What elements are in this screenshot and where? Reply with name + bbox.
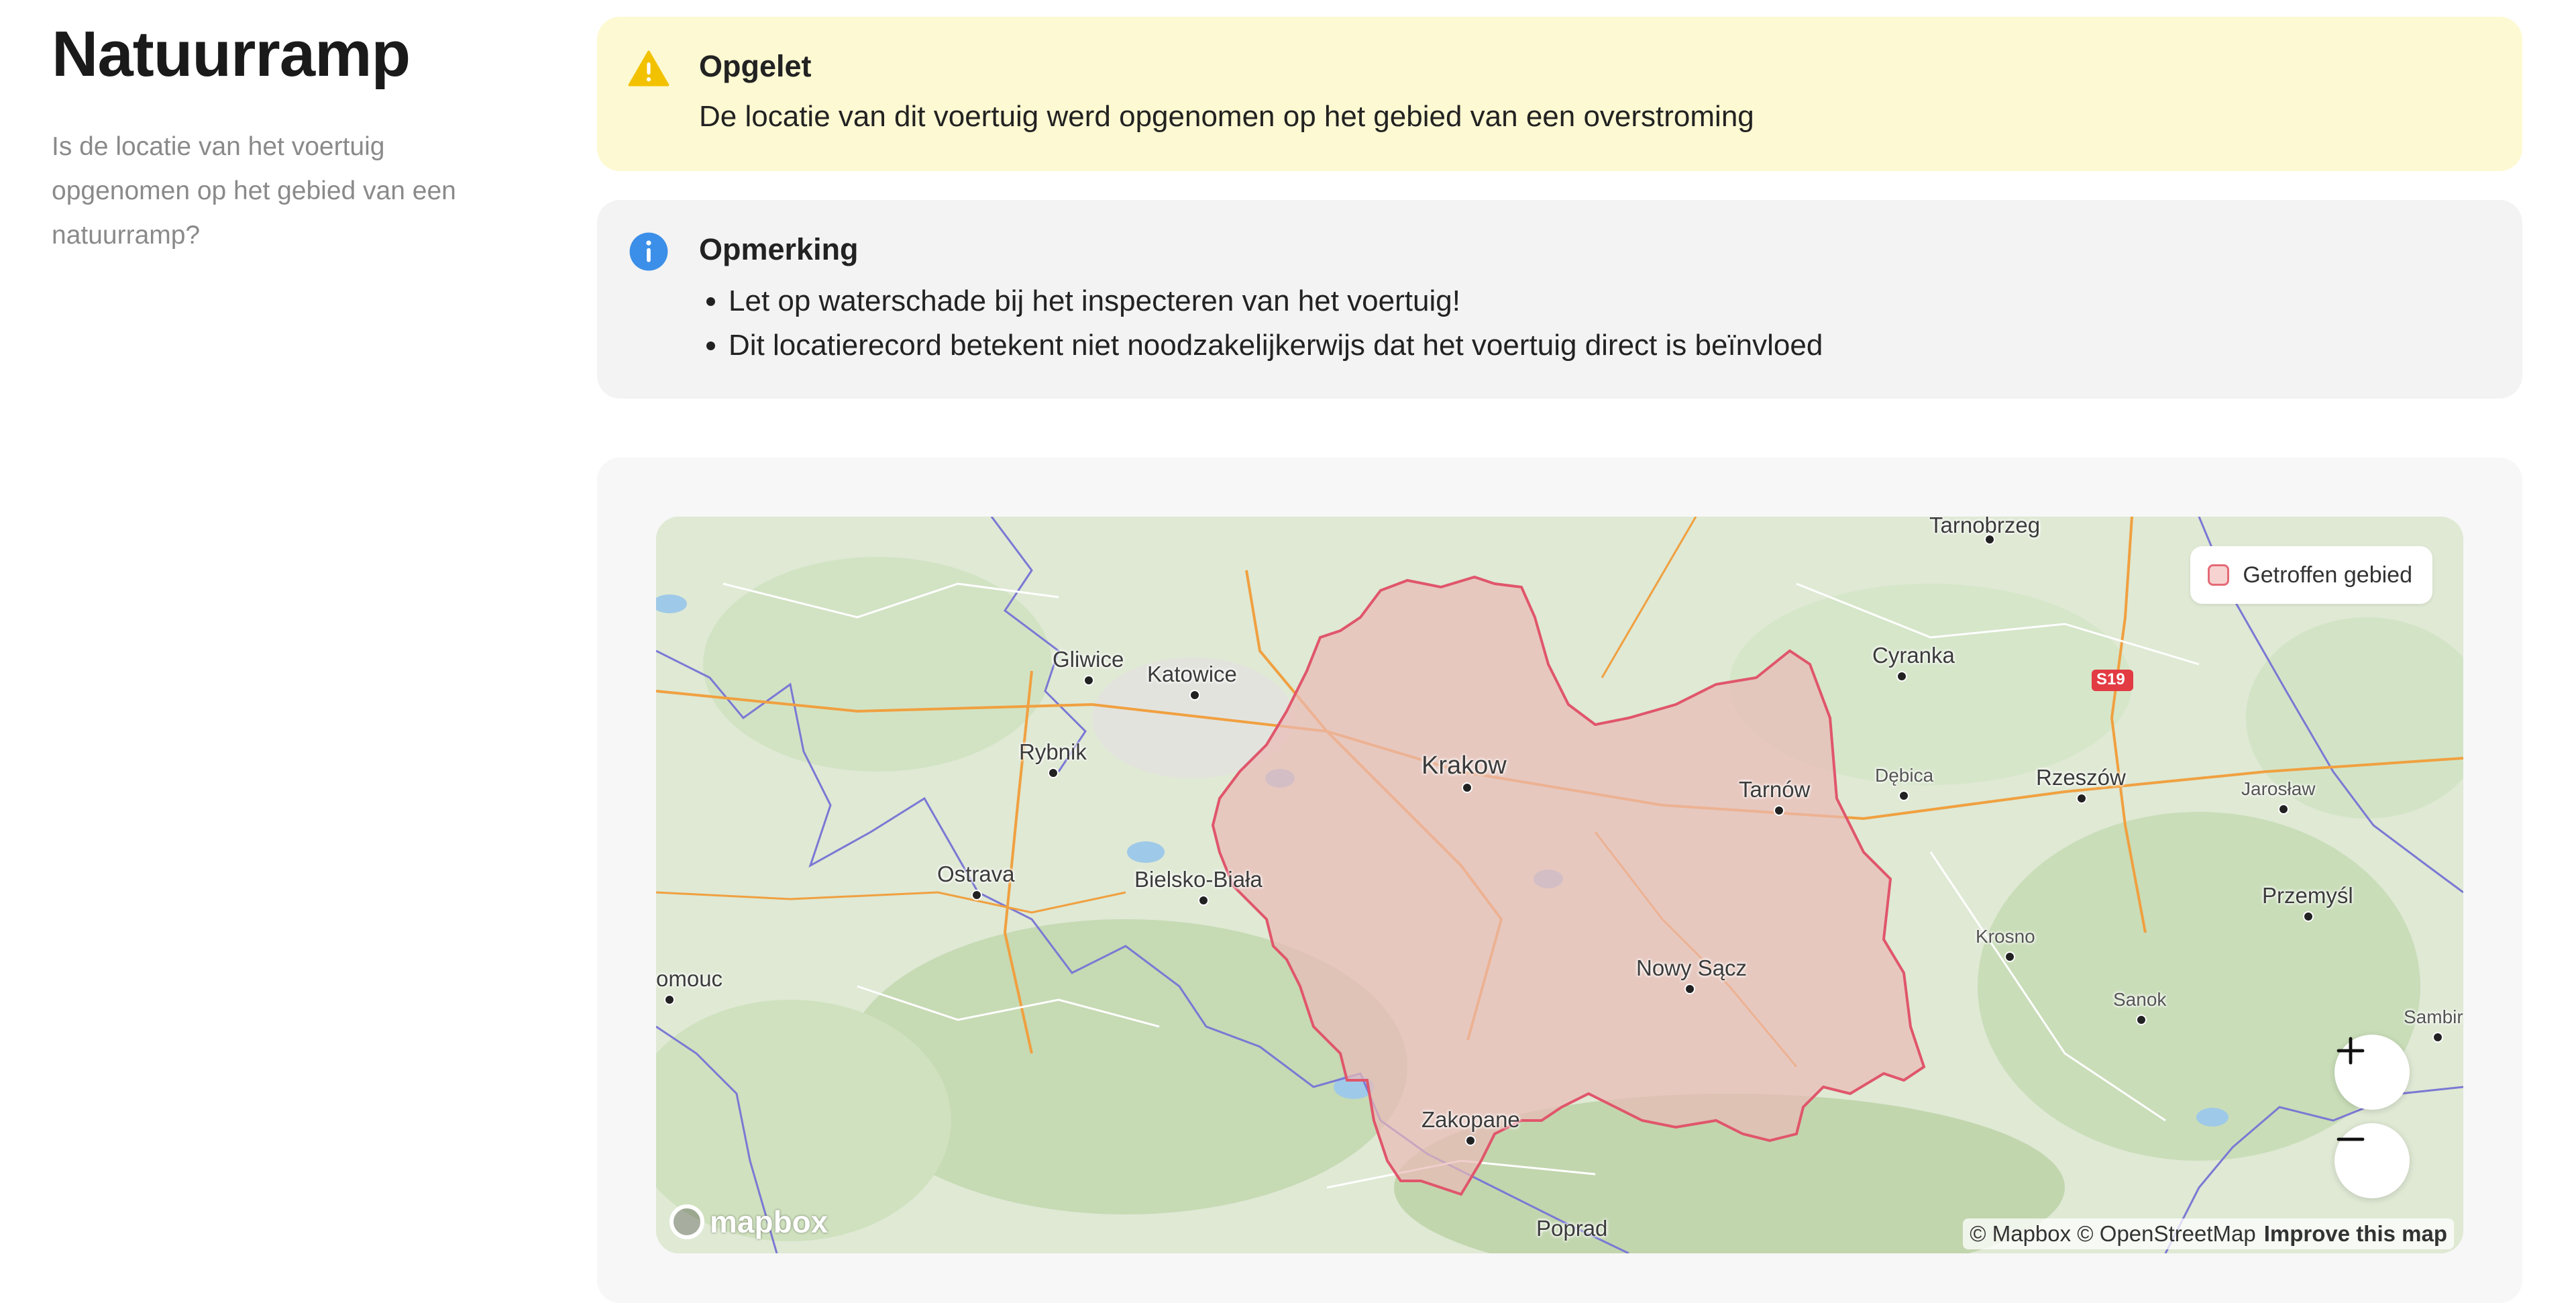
city-label-poprad: Poprad bbox=[1536, 1216, 1608, 1241]
city-dot bbox=[1083, 675, 1094, 686]
city-dot bbox=[1684, 984, 1695, 994]
city-label-krakow: Krakow bbox=[1421, 751, 1507, 780]
city-label-sanok: Sanok bbox=[2113, 989, 2167, 1010]
city-dot bbox=[1898, 790, 1909, 801]
attribution-text[interactable]: © Mapbox © OpenStreetMap bbox=[1970, 1221, 2256, 1246]
city-dot bbox=[1774, 805, 1784, 816]
page-title: Natuurramp bbox=[52, 18, 411, 90]
city-dot bbox=[2303, 911, 2314, 922]
warning-triangle-icon bbox=[628, 50, 669, 87]
city-label-rybnik: Rybnik bbox=[1019, 739, 1087, 764]
mapbox-logo-text: mapbox bbox=[710, 1204, 828, 1239]
city-dot bbox=[664, 994, 675, 1005]
disaster-map[interactable]: S19 Tarnobrzeg Gliwice Katowice Cyranka … bbox=[656, 517, 2463, 1253]
city-label-nowy-sacz: Nowy Sącz bbox=[1636, 955, 1748, 980]
city-dot bbox=[2432, 1032, 2443, 1043]
note-item: Dit locatierecord betekent niet noodzake… bbox=[729, 323, 1823, 368]
note-list: Let op waterschade bij het inspecteren v… bbox=[699, 279, 1823, 368]
city-label-krosno: Krosno bbox=[1976, 926, 2035, 947]
road-badge-label: S19 bbox=[2096, 670, 2125, 688]
city-label-zakopane: Zakopane bbox=[1421, 1107, 1520, 1132]
city-dot bbox=[1189, 690, 1200, 700]
warning-alert: Opgelet De locatie van dit voertuig werd… bbox=[597, 17, 2522, 171]
warning-text: De locatie van dit voertuig werd opgenom… bbox=[699, 100, 1754, 133]
city-label-jaroslaw: Jarosław bbox=[2241, 778, 2316, 799]
section-header: Natuurramp Is de locatie van het voertui… bbox=[52, 19, 508, 258]
city-label-sambir: Sambir bbox=[2404, 1006, 2463, 1027]
mapbox-logo-icon bbox=[669, 1204, 704, 1239]
plus-icon bbox=[2337, 1037, 2365, 1065]
minus-icon bbox=[2337, 1137, 2365, 1141]
map-background bbox=[656, 517, 2463, 1253]
city-dot bbox=[2076, 793, 2087, 804]
city-label-ostrava: Ostrava bbox=[937, 862, 1015, 886]
city-label-gliwice: Gliwice bbox=[1053, 647, 1124, 672]
city-label-katowice: Katowice bbox=[1147, 662, 1237, 686]
map-attribution: © Mapbox © OpenStreetMap Improve this map bbox=[1963, 1218, 2454, 1249]
city-label-bielsko: Bielsko-Biała bbox=[1134, 867, 1263, 892]
city-dot bbox=[2136, 1014, 2147, 1025]
city-label-tarnobrzeg: Tarnobrzeg bbox=[1929, 517, 2041, 537]
city-label-cyranka: Cyranka bbox=[1872, 643, 1955, 668]
city-label-rzeszow: Rzeszów bbox=[2036, 765, 2126, 790]
city-label-olomouc: omouc bbox=[656, 966, 723, 991]
city-dot bbox=[1198, 895, 1209, 906]
city-dot bbox=[1465, 1135, 1476, 1146]
city-dot bbox=[2278, 804, 2289, 815]
city-label-przemysl: Przemyśl bbox=[2262, 883, 2353, 908]
map-card: S19 Tarnobrzeg Gliwice Katowice Cyranka … bbox=[597, 458, 2522, 1303]
zoom-in-button[interactable] bbox=[2334, 1035, 2410, 1110]
legend-label: Getroffen gebied bbox=[2243, 562, 2412, 588]
city-dot bbox=[971, 890, 982, 900]
info-circle-icon bbox=[629, 232, 668, 271]
note-item: Let op waterschade bij het inspecteren v… bbox=[729, 279, 1823, 323]
mapbox-logo[interactable]: mapbox bbox=[669, 1204, 828, 1240]
improve-map-link[interactable]: Improve this map bbox=[2264, 1221, 2447, 1246]
note-title: Opmerking bbox=[699, 232, 859, 266]
zoom-out-button[interactable] bbox=[2334, 1123, 2410, 1198]
city-dot bbox=[1462, 782, 1472, 793]
city-dot bbox=[1896, 671, 1907, 682]
city-label-debica: Dębica bbox=[1875, 765, 1934, 786]
section-description: Is de locatie van het voertuig opgenomen… bbox=[52, 132, 456, 250]
warning-title: Opgelet bbox=[699, 49, 812, 83]
city-dot bbox=[2004, 951, 2015, 962]
map-legend: Getroffen gebied bbox=[2190, 546, 2432, 604]
legend-swatch bbox=[2208, 564, 2230, 586]
city-dot bbox=[1048, 768, 1059, 778]
city-label-tarnow: Tarnów bbox=[1739, 777, 1811, 802]
note-alert: Opmerking Let op waterschade bij het ins… bbox=[597, 200, 2522, 399]
